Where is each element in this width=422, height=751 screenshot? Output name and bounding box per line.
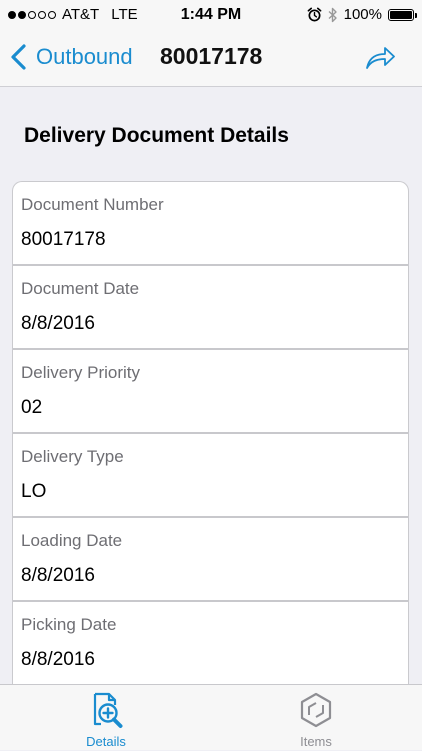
field-label: Picking Date [21, 615, 117, 634]
back-button[interactable]: Outbound [8, 40, 133, 74]
chevron-left-icon [11, 44, 26, 70]
alarm-icon [307, 7, 322, 22]
field-value: 80017178 [21, 229, 106, 250]
field-label: Loading Date [21, 531, 123, 550]
battery-fill [390, 10, 412, 19]
tab-label: Items [300, 734, 332, 749]
share-arrow-icon[interactable] [364, 44, 396, 72]
status-bar: AT&T LTE 1:44 PM 100% [0, 0, 422, 30]
field-row-document-date[interactable]: Document Date 8/8/2016 [13, 266, 408, 350]
field-value: 02 [21, 397, 43, 418]
field-value: 8/8/2016 [21, 649, 95, 670]
field-value: LO [21, 481, 47, 502]
section-title: Delivery Document Details [24, 124, 289, 147]
field-label: Delivery Type [21, 447, 124, 466]
field-row-picking-date[interactable]: Picking Date 8/8/2016 [13, 602, 408, 686]
navigation-bar: Outbound 80017178 [0, 30, 422, 87]
details-card: Document Number 80017178 Document Date 8… [12, 181, 409, 701]
field-row-document-number[interactable]: Document Number 80017178 [13, 182, 408, 266]
battery-icon [388, 8, 417, 21]
field-row-delivery-priority[interactable]: Delivery Priority 02 [13, 350, 408, 434]
field-label: Document Date [21, 279, 140, 298]
page-title: 80017178 [160, 43, 263, 69]
tab-details[interactable]: Details [36, 685, 176, 751]
tab-bar: Details Items [0, 684, 422, 750]
cube-icon [300, 692, 332, 728]
field-value: 8/8/2016 [21, 565, 95, 586]
document-search-icon [93, 692, 123, 728]
field-value: 8/8/2016 [21, 313, 95, 334]
field-label: Document Number [21, 195, 164, 214]
tab-label: Details [86, 734, 126, 749]
tab-items[interactable]: Items [246, 685, 386, 751]
field-label: Delivery Priority [21, 363, 141, 382]
status-right: 100% [307, 6, 417, 23]
back-label: Outbound [36, 44, 133, 69]
battery-percent: 100% [343, 6, 382, 23]
field-row-delivery-type[interactable]: Delivery Type LO [13, 434, 408, 518]
bluetooth-icon [328, 7, 337, 22]
field-row-loading-date[interactable]: Loading Date 8/8/2016 [13, 518, 408, 602]
